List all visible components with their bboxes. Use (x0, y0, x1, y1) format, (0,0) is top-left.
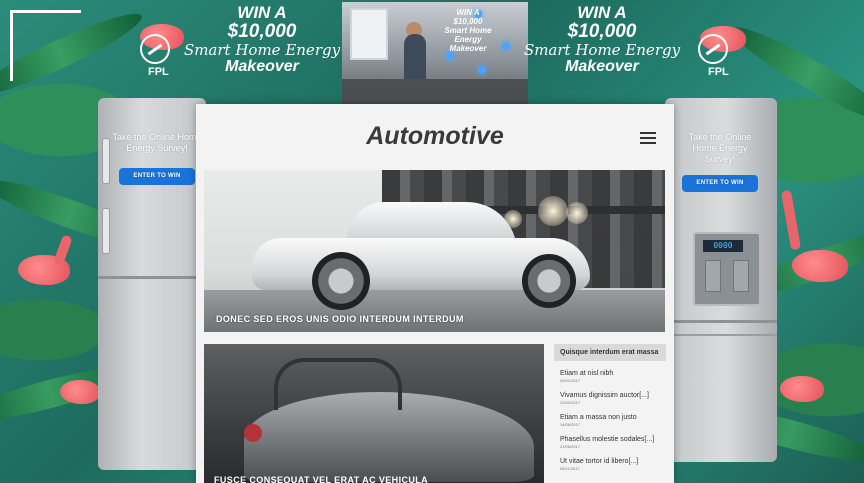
overlay-win: WIN A (456, 8, 480, 17)
promo-win: WIN A (237, 3, 287, 22)
dispenser-display: 0000 (703, 240, 743, 252)
promo-smart: Smart Home Energy (183, 41, 341, 59)
promo-makeover: Makeover (565, 58, 639, 75)
enter-to-win-button[interactable]: ENTER TO WIN (682, 175, 758, 192)
kitchen-counter (342, 79, 528, 105)
post-title[interactable]: Etiam a massa non justo (560, 413, 660, 422)
post-title[interactable]: Vivamus dignissim auctor[...] (560, 391, 660, 400)
fpl-logo-icon (140, 34, 170, 64)
promo-smart: Smart Home Energy (523, 41, 681, 59)
post-date: 06/11/2017 (560, 466, 580, 471)
hamburger-menu-icon[interactable] (640, 132, 656, 144)
hero-article[interactable]: DONEC SED EROS UNIS ODIO INTERDUM INTERD… (204, 170, 665, 332)
sidebar-post[interactable]: Phasellus molestie sodales[...] 21/06/20… (560, 435, 660, 450)
promo-makeover: Makeover (225, 58, 299, 75)
promo-amount: $10,000 (567, 21, 637, 42)
sidebar-heading: Quisque interdum erat massa (554, 344, 666, 361)
car-wheel (522, 254, 576, 308)
enter-to-win-button[interactable]: ENTER TO WIN (119, 168, 195, 185)
kitchen-window (350, 8, 388, 60)
car-windshield (274, 358, 402, 410)
smart-device-icon (478, 66, 486, 74)
flamingo-neck (780, 189, 802, 251)
fridge-handle (102, 138, 110, 184)
post-date: 02/01/2017 (560, 378, 581, 383)
car-wheel (312, 252, 370, 310)
promo-left: WIN A $10,000 Smart Home Energy Makeover (162, 4, 362, 76)
website-mockup: Automotive DONEC SED EROS UNIS ODIO INTE… (196, 104, 674, 483)
post-title[interactable]: Phasellus molestie sodales[...] (560, 435, 660, 444)
fpl-brand: FPL (148, 66, 169, 78)
sidebar: Quisque interdum erat massa Etiam at nis… (554, 344, 666, 483)
post-date: 12/02/2017 (560, 400, 581, 405)
promo-video[interactable]: WIN A $10,000 Smart Home Energy Makeover (342, 2, 528, 105)
video-overlay-text: WIN A $10,000 Smart Home Energy Makeover (438, 8, 498, 53)
sidebar-post-list: Etiam at nisl nibh 02/01/2017 Vivamus di… (554, 369, 666, 472)
dispenser-paddle (705, 260, 721, 292)
dispenser-paddle (733, 260, 749, 292)
promo-right: WIN A $10,000 Smart Home Energy Makeover (502, 4, 702, 76)
fpl-logo-icon (698, 34, 728, 64)
hero-car (252, 202, 592, 310)
sidebar-post[interactable]: Ut vitae tortor id libero[...] 06/11/201… (560, 457, 660, 472)
post-title[interactable]: Ut vitae tortor id libero[...] (560, 457, 660, 466)
fridge-seam (665, 320, 777, 323)
second-article[interactable]: FUSCE CONSEQUAT VEL ERAT AC VEHICULA (204, 344, 544, 483)
hero-caption[interactable]: DONEC SED EROS UNIS ODIO INTERDUM INTERD… (216, 314, 464, 324)
overlay-amount: $10,000 (453, 17, 483, 26)
site-title: Automotive (366, 122, 504, 150)
fpl-brand: FPL (708, 66, 729, 78)
survey-left: Take the Online Home Energy Survey! ENTE… (112, 132, 202, 185)
water-dispenser: 0000 (693, 232, 761, 306)
sidebar-post[interactable]: Etiam at nisl nibh 02/01/2017 (560, 369, 660, 384)
smart-device-icon (446, 52, 454, 60)
promo-win: WIN A (577, 3, 627, 22)
fridge-seam (665, 334, 777, 336)
flamingo-neck (53, 234, 73, 266)
flamingo (780, 376, 824, 402)
post-date: 21/06/2017 (560, 444, 581, 449)
survey-text: Take the Online Home Energy Survey! (112, 132, 202, 153)
second-caption[interactable]: FUSCE CONSEQUAT VEL ERAT AC VEHICULA (214, 475, 428, 483)
post-title[interactable]: Etiam at nisl nibh (560, 369, 660, 378)
fridge-handle (102, 208, 110, 254)
frame-corner (10, 10, 81, 81)
flamingo (60, 380, 100, 404)
car-taillight (244, 424, 262, 442)
survey-text: Take the Online Home Energy Survey! (688, 132, 752, 164)
promo-amount: $10,000 (227, 21, 297, 42)
sidebar-post[interactable]: Vivamus dignissim auctor[...] 12/02/2017 (560, 391, 660, 406)
sidebar-post[interactable]: Etiam a massa non justo 14/06/2017 (560, 413, 660, 428)
survey-right: Take the Online Home Energy Survey! ENTE… (678, 132, 762, 192)
overlay-smart: Smart Home Energy (444, 26, 492, 44)
post-date: 14/06/2017 (560, 422, 581, 427)
flamingo (792, 250, 848, 282)
overlay-makeover: Makeover (449, 44, 487, 53)
person (404, 34, 426, 84)
fridge-seam (98, 276, 206, 279)
